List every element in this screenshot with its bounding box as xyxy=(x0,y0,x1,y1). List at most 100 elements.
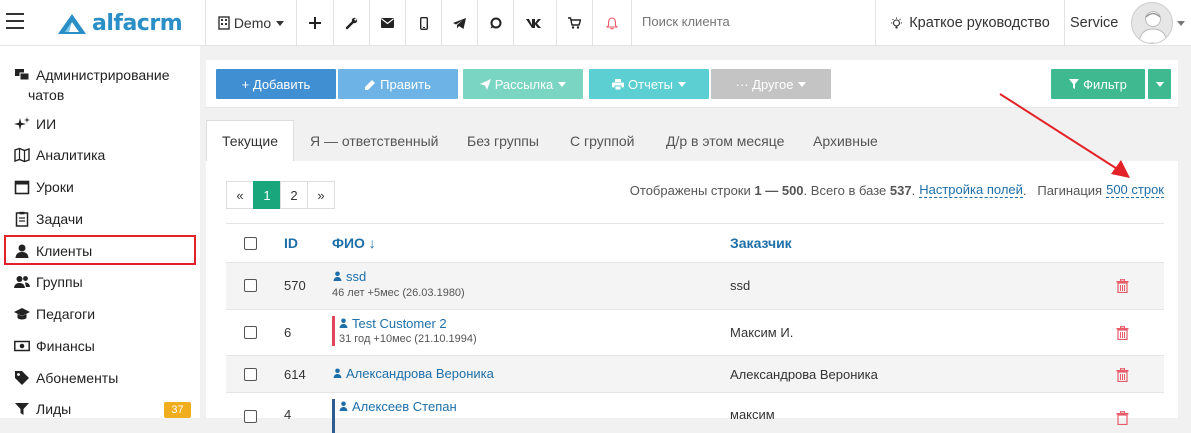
table-row[interactable]: 570 ssd 46 лет +5мес (26.03.1980) ssd xyxy=(226,262,1164,309)
funnel-icon xyxy=(15,403,29,415)
user-avatar-icon xyxy=(1138,11,1168,43)
sidebar-item-label: Задачи xyxy=(36,211,84,227)
sidebar-item-ai[interactable]: ИИ xyxy=(14,114,56,134)
sidebar-item-leads[interactable]: Лиды xyxy=(14,399,71,419)
chevron-down-icon xyxy=(1155,81,1164,87)
sidebar-item-tasks[interactable]: Задачи xyxy=(14,209,83,229)
branch-selector[interactable]: Demo xyxy=(212,0,290,46)
sidebar-item-subscriptions[interactable]: Абонементы xyxy=(14,368,118,388)
page-next-button[interactable]: » xyxy=(307,181,335,209)
trash-icon[interactable] xyxy=(1116,279,1129,293)
page-2-button[interactable]: 2 xyxy=(280,181,308,209)
client-name-link[interactable]: Test Customer 2 xyxy=(352,316,447,331)
tab-birthdays[interactable]: Д/р в этом месяце xyxy=(666,120,784,162)
sms-button[interactable] xyxy=(406,0,441,46)
reports-button[interactable]: Отчеты xyxy=(589,69,709,99)
client-name-link[interactable]: ssd xyxy=(346,269,366,284)
total-label: Всего в базе xyxy=(810,182,887,198)
sidebar-item-lessons[interactable]: Уроки xyxy=(14,177,74,197)
rows-range: 1 — 500 xyxy=(754,182,804,198)
tab-no-group[interactable]: Без группы xyxy=(467,120,539,162)
client-search-input[interactable] xyxy=(642,14,862,29)
other-button[interactable]: ··· Другое xyxy=(711,69,831,99)
page-prev-button[interactable]: « xyxy=(226,181,254,209)
table-row[interactable]: 614 Александрова Вероника Александрова В… xyxy=(226,355,1164,392)
client-name-link[interactable]: Алексеев Степан xyxy=(352,399,457,414)
tab-responsible[interactable]: Я — ответственный xyxy=(310,120,438,162)
mailing-label: Рассылка xyxy=(494,76,554,92)
pagination-label: Пагинация xyxy=(1037,182,1103,198)
row-checkbox[interactable] xyxy=(244,279,257,292)
per-page-link[interactable]: 500 строк xyxy=(1106,182,1164,198)
sidebar-item-label: Администрирование чатов xyxy=(28,67,170,103)
building-icon xyxy=(218,16,230,30)
select-all-checkbox[interactable] xyxy=(244,237,257,250)
envelope-icon xyxy=(381,18,394,28)
row-id: 570 xyxy=(284,278,306,293)
column-name[interactable]: ФИО ↓ xyxy=(332,235,376,251)
table-row[interactable]: 4 Алексеев Степан максим xyxy=(226,392,1164,433)
trash-icon[interactable] xyxy=(1116,326,1129,340)
chevron-down-icon xyxy=(677,81,686,87)
page-1-button[interactable]: 1 xyxy=(253,181,281,209)
user-menu-chevron-icon[interactable] xyxy=(1177,21,1185,26)
shop-button[interactable] xyxy=(557,0,592,46)
tab-with-group[interactable]: С группой xyxy=(570,120,635,162)
graduation-cap-icon xyxy=(14,308,30,320)
notifications-button[interactable] xyxy=(593,0,631,46)
filter-dropdown-button[interactable] xyxy=(1148,69,1171,99)
sidebar-item-chat-admin[interactable]: Администрирование чатов xyxy=(14,65,184,105)
column-customer[interactable]: Заказчик xyxy=(730,235,792,251)
logo[interactable]: alfacrm xyxy=(56,11,183,36)
column-id[interactable]: ID xyxy=(284,235,298,251)
rows-info: Отображены строки 1 — 500. Всего в базе … xyxy=(629,182,1164,198)
whatsapp-button[interactable] xyxy=(478,0,513,46)
edit-button[interactable]: Править xyxy=(338,69,458,99)
email-button[interactable] xyxy=(370,0,405,46)
avatar[interactable] xyxy=(1131,2,1173,44)
client-name-link[interactable]: Александрова Вероника xyxy=(346,366,494,381)
trash-icon[interactable] xyxy=(1116,368,1129,382)
sidebar-item-groups[interactable]: Группы xyxy=(14,272,83,292)
clients-panel: « 1 2 » Отображены строки 1 — 500. Всего… xyxy=(206,161,1178,433)
quick-guide-label: Краткое руководство xyxy=(909,15,1050,31)
sidebar-item-finance[interactable]: Финансы xyxy=(14,336,95,356)
clipboard-icon xyxy=(15,211,29,227)
row-id: 4 xyxy=(284,407,292,422)
telegram-button[interactable] xyxy=(442,0,477,46)
sidebar-item-teachers[interactable]: Педагоги xyxy=(14,304,95,324)
fields-settings-link[interactable]: Настройка полей xyxy=(919,182,1023,198)
row-customer: максим xyxy=(730,407,775,422)
branch-label: Demo xyxy=(233,15,272,31)
sidebar: Администрирование чатов ИИ Аналитика Уро… xyxy=(0,46,200,418)
sidebar-item-analytics[interactable]: Аналитика xyxy=(14,145,105,165)
calendar-icon xyxy=(14,180,30,195)
quick-guide-button[interactable]: Краткое руководство xyxy=(876,0,1064,46)
mobile-icon xyxy=(419,16,428,30)
menu-icon[interactable] xyxy=(6,13,24,29)
row-checkbox[interactable] xyxy=(244,368,257,381)
user-name[interactable]: Service xyxy=(1070,0,1128,46)
cart-icon xyxy=(568,17,581,29)
row-checkbox[interactable] xyxy=(244,410,257,423)
table-row[interactable]: 6 Test Customer 2 31 год +10мес (21.10.1… xyxy=(226,309,1164,355)
settings-button[interactable] xyxy=(334,0,369,46)
tab-current[interactable]: Текущие xyxy=(206,120,294,162)
leads-count-badge: 37 xyxy=(164,402,191,418)
total-count: 537 xyxy=(889,182,912,198)
trash-icon[interactable] xyxy=(1116,411,1129,425)
annotation-arrow xyxy=(999,93,1130,178)
rows-info-prefix: Отображены строки xyxy=(629,182,751,198)
add-button[interactable]: + Добавить xyxy=(216,69,336,99)
logo-text: alfacrm xyxy=(92,11,183,36)
whatsapp-icon xyxy=(490,17,501,29)
pencil-icon xyxy=(365,79,376,90)
mailing-button[interactable]: Рассылка xyxy=(463,69,583,99)
row-checkbox[interactable] xyxy=(244,326,257,339)
row-customer: Александрова Вероника xyxy=(730,367,878,382)
vk-button[interactable] xyxy=(514,0,556,46)
tab-archived[interactable]: Архивные xyxy=(813,120,878,162)
send-icon xyxy=(479,78,491,90)
sidebar-item-label: Уроки xyxy=(36,179,74,195)
add-icon[interactable] xyxy=(297,0,333,46)
